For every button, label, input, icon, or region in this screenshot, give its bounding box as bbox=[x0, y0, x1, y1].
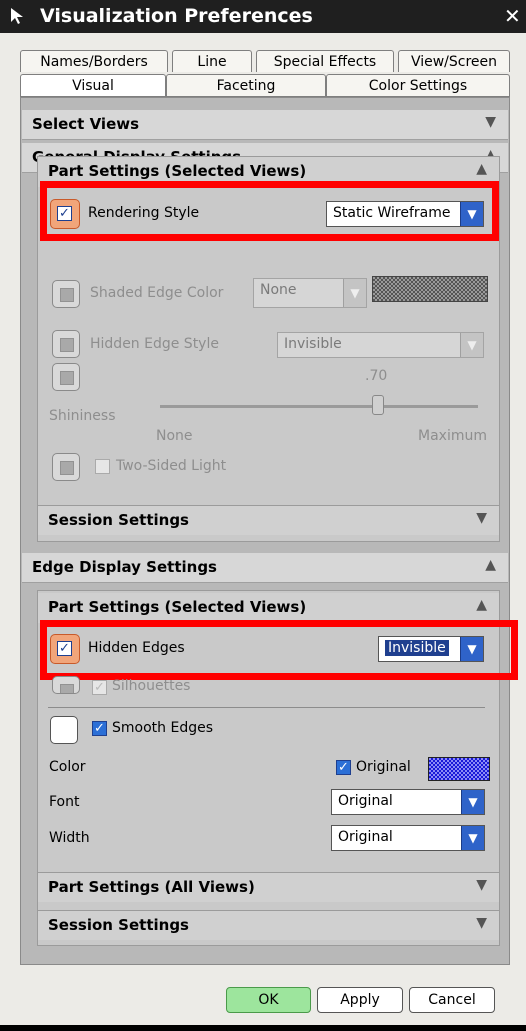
tab-view-screen[interactable]: View/Screen bbox=[398, 50, 510, 72]
edge-width-select[interactable]: Original ▼ bbox=[331, 825, 485, 851]
edge-part-settings-all-title: Part Settings (All Views) bbox=[48, 878, 255, 896]
color-original-checkbox[interactable]: ✓ bbox=[336, 760, 351, 775]
title-bar[interactable]: Visualization Preferences ✕ bbox=[0, 0, 526, 33]
edge-width-label: Width bbox=[49, 830, 90, 846]
tab-visual[interactable]: Visual bbox=[20, 74, 166, 96]
window-title: Visualization Preferences bbox=[40, 5, 313, 27]
chevron-up-icon: ▲ bbox=[485, 557, 496, 573]
edge-font-value: Original bbox=[338, 793, 393, 809]
smooth-edges-toggle[interactable] bbox=[50, 716, 78, 744]
cursor-arrow-icon bbox=[8, 6, 30, 26]
tab-line[interactable]: Line bbox=[172, 50, 252, 72]
hidden-edge-style-value: Invisible bbox=[284, 336, 342, 352]
chevron-up-icon: ▲ bbox=[476, 597, 487, 613]
select-views-title: Select Views bbox=[32, 115, 140, 133]
chevron-down-icon: ▼ bbox=[343, 279, 366, 307]
close-icon[interactable]: ✕ bbox=[504, 4, 526, 28]
chevron-down-icon: ▼ bbox=[485, 114, 496, 130]
silhouettes-toggle[interactable] bbox=[52, 676, 80, 694]
shininess-slider-track[interactable] bbox=[160, 405, 478, 408]
chevron-down-icon: ▼ bbox=[461, 826, 484, 850]
general-part-settings-title: Part Settings (Selected Views) bbox=[48, 162, 307, 180]
shaded-edge-color-value: None bbox=[260, 282, 297, 298]
edge-display-title: Edge Display Settings bbox=[32, 558, 217, 576]
chevron-down-icon: ▼ bbox=[460, 333, 483, 357]
apply-button[interactable]: Apply bbox=[317, 987, 403, 1013]
separator bbox=[48, 707, 485, 708]
general-session-settings-header[interactable]: Session Settings ▼ bbox=[38, 505, 499, 535]
tab-special-effects[interactable]: Special Effects bbox=[256, 50, 394, 72]
ok-button[interactable]: OK bbox=[226, 987, 311, 1013]
tab-color-settings[interactable]: Color Settings bbox=[326, 74, 510, 96]
two-sided-light-label: Two-Sided Light bbox=[116, 458, 227, 474]
edge-display-header[interactable]: Edge Display Settings ▲ bbox=[22, 553, 508, 583]
shininess-max-label: Maximum bbox=[418, 428, 487, 444]
chevron-down-icon: ▼ bbox=[476, 510, 487, 526]
shininess-min-label: None bbox=[156, 428, 193, 444]
select-views-header[interactable]: Select Views ▼ bbox=[22, 110, 508, 140]
color-original-label: Original bbox=[356, 759, 411, 775]
silhouettes-checkbox[interactable]: ✓ bbox=[92, 680, 107, 695]
shininess-toggle[interactable] bbox=[52, 363, 80, 391]
hidden-edge-style-label: Hidden Edge Style bbox=[90, 336, 219, 352]
edge-width-value: Original bbox=[338, 829, 393, 845]
hidden-edge-style-toggle[interactable] bbox=[52, 330, 80, 358]
edge-color-label: Color bbox=[49, 759, 86, 775]
window-bottom-edge bbox=[0, 1025, 526, 1031]
edge-color-swatch[interactable] bbox=[428, 757, 490, 781]
tab-names-borders[interactable]: Names/Borders bbox=[20, 50, 168, 72]
edge-part-settings-header[interactable]: Part Settings (Selected Views) ▲ bbox=[38, 593, 499, 623]
chevron-down-icon: ▼ bbox=[461, 790, 484, 814]
smooth-edges-checkbox[interactable]: ✓ bbox=[92, 721, 107, 736]
smooth-edges-label: Smooth Edges bbox=[112, 720, 213, 736]
edge-font-label: Font bbox=[49, 794, 80, 810]
chevron-down-icon: ▼ bbox=[476, 877, 487, 893]
highlight-box bbox=[40, 181, 499, 241]
visualization-preferences-dialog: Visualization Preferences ✕ Names/Border… bbox=[0, 0, 526, 1031]
shaded-edge-color-toggle[interactable] bbox=[52, 280, 80, 308]
chevron-down-icon: ▼ bbox=[476, 915, 487, 931]
edge-session-settings-header[interactable]: Session Settings ▼ bbox=[38, 910, 499, 940]
shininess-label: Shininess bbox=[49, 408, 116, 424]
shininess-slider-thumb[interactable] bbox=[372, 395, 384, 415]
general-session-settings-title: Session Settings bbox=[48, 511, 189, 529]
two-sided-light-toggle[interactable] bbox=[52, 453, 80, 481]
hidden-edge-style-select[interactable]: Invisible ▼ bbox=[277, 332, 484, 358]
two-sided-light-checkbox[interactable] bbox=[95, 459, 110, 474]
shininess-value: .70 bbox=[365, 368, 388, 384]
shaded-edge-color-label: Shaded Edge Color bbox=[90, 285, 224, 301]
highlight-box bbox=[40, 620, 518, 680]
cancel-button[interactable]: Cancel bbox=[409, 987, 495, 1013]
edge-font-select[interactable]: Original ▼ bbox=[331, 789, 485, 815]
shaded-edge-color-swatch[interactable] bbox=[372, 276, 488, 302]
tab-faceting[interactable]: Faceting bbox=[166, 74, 326, 96]
edge-session-settings-title: Session Settings bbox=[48, 916, 189, 934]
edge-part-settings-all-header[interactable]: Part Settings (All Views) ▼ bbox=[38, 872, 499, 902]
chevron-up-icon: ▲ bbox=[476, 161, 487, 177]
silhouettes-label: Silhouettes bbox=[112, 678, 191, 694]
shaded-edge-color-select[interactable]: None ▼ bbox=[253, 278, 367, 308]
edge-part-settings-title: Part Settings (Selected Views) bbox=[48, 598, 307, 616]
